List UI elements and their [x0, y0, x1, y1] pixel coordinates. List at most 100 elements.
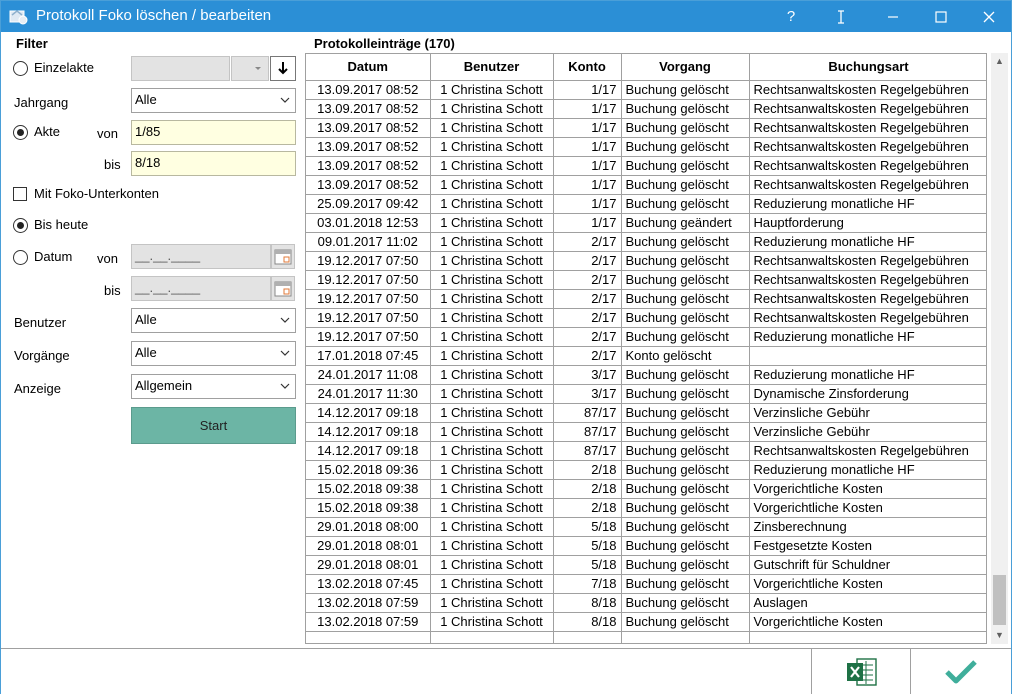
table-row[interactable]: 29.01.2018 08:01 1 Christina Schott 5/18 Bu… — [306, 555, 986, 575]
table-row[interactable]: 25.09.2017 09:42 1 Christina Schott 1/17 Bu… — [306, 194, 986, 214]
radio-datum[interactable] — [13, 250, 28, 265]
akte-von-input[interactable]: 1/85 — [131, 120, 296, 145]
table-row[interactable]: 13.02.2018 07:45 1 Christina Schott 7/18 Bu… — [306, 574, 986, 594]
radio-bis-heute[interactable] — [13, 218, 28, 233]
cell-benutzer: 1 Christina Schott — [430, 327, 554, 347]
cell-buchungsart: Reduzierung monatliche HF — [749, 194, 986, 214]
maximize-button[interactable] — [918, 1, 964, 32]
column-header-buchungsart[interactable]: Buchungsart — [749, 54, 986, 81]
datum-bis-calendar-button[interactable] — [271, 276, 295, 301]
minimize-button[interactable] — [870, 1, 916, 32]
einzelakte-select[interactable] — [231, 56, 269, 81]
cell-vorgang: Buchung gelöscht — [621, 498, 750, 518]
table-row[interactable]: 03.01.2018 12:53 1 Christina Schott 1/17 Bu… — [306, 213, 986, 233]
vertical-scrollbar[interactable]: ▲ ▼ — [991, 53, 1008, 644]
anzeige-select[interactable]: Allgemein — [131, 374, 296, 399]
scroll-thumb[interactable] — [993, 575, 1006, 625]
excel-export-button[interactable] — [812, 649, 910, 694]
einzelakte-input[interactable] — [131, 56, 230, 81]
table-row[interactable]: 14.12.2017 09:18 1 Christina Schott 87/17 B… — [306, 422, 986, 442]
table-row[interactable]: 13.09.2017 08:52 1 Christina Schott 1/17 Bu… — [306, 80, 986, 100]
log-table[interactable]: Datum Benutzer Konto Vorgang Buchungsart… — [305, 53, 987, 644]
table-row[interactable]: 14.12.2017 09:18 1 Christina Schott 87/17 B… — [306, 441, 986, 461]
cell-konto: 1/17 — [553, 80, 622, 100]
cell-datum: 03.01.2018 12:53 — [306, 213, 431, 233]
table-row[interactable]: 19.12.2017 07:50 1 Christina Schott 2/17 Bu… — [306, 327, 986, 347]
datum-bis-input[interactable]: __.__.____ — [131, 276, 271, 301]
table-row[interactable]: 15.02.2018 09:38 1 Christina Schott 2/18 Bu… — [306, 498, 986, 518]
column-header-datum[interactable]: Datum — [306, 54, 431, 81]
close-icon — [983, 11, 995, 23]
table-row[interactable]: 19.12.2017 07:50 1 Christina Schott 2/17 Bu… — [306, 251, 986, 271]
cell-konto: 2/18 — [553, 479, 622, 499]
table-row[interactable]: 14.12.2017 09:18 1 Christina Schott 87/17 B… — [306, 403, 986, 423]
jahrgang-select[interactable]: Alle — [131, 88, 296, 113]
cell-buchungsart: Rechtsanwaltskosten Regelgebühren — [749, 99, 986, 119]
cell-benutzer: 1 Christina Schott — [430, 156, 554, 176]
column-header-benutzer[interactable]: Benutzer — [430, 54, 554, 81]
vorgaenge-select[interactable]: Alle — [131, 341, 296, 366]
scroll-up-icon[interactable]: ▲ — [991, 53, 1008, 70]
table-row[interactable]: 19.12.2017 07:50 1 Christina Schott 2/17 Bu… — [306, 308, 986, 328]
cell-vorgang: Konto gelöscht — [621, 346, 750, 366]
cell-konto: 5/18 — [553, 517, 622, 537]
column-header-vorgang[interactable]: Vorgang — [621, 54, 750, 81]
column-header-konto[interactable]: Konto — [553, 54, 622, 81]
cell-benutzer: 1 Christina Schott — [430, 593, 554, 613]
table-row[interactable]: 29.01.2018 08:00 1 Christina Schott 5/18 Bu… — [306, 517, 986, 537]
table-row[interactable]: 15.02.2018 09:36 1 Christina Schott 2/18 Bu… — [306, 460, 986, 480]
table-row[interactable]: 19.12.2017 07:50 1 Christina Schott 2/17 Bu… — [306, 289, 986, 309]
einzelakte-lookup-button[interactable] — [270, 56, 296, 81]
table-row[interactable]: 13.02.2018 07:59 1 Christina Schott 8/18 Bu… — [306, 593, 986, 613]
table-row[interactable]: 24.01.2017 11:08 1 Christina Schott 3/17 Bu… — [306, 365, 986, 385]
text-cursor-button[interactable] — [818, 1, 864, 32]
checkmark-icon — [945, 660, 977, 684]
cell-konto: 2/17 — [553, 251, 622, 271]
cell-buchungsart: Rechtsanwaltskosten Regelgebühren — [749, 118, 986, 138]
ok-button[interactable] — [911, 649, 1009, 694]
cell-buchungsart: Verzinsliche Gebühr — [749, 403, 986, 423]
table-row[interactable]: 24.01.2017 11:30 1 Christina Schott 3/17 Bu… — [306, 384, 986, 404]
benutzer-select[interactable]: Alle — [131, 308, 296, 333]
cell-vorgang: Buchung gelöscht — [621, 137, 750, 157]
close-button[interactable] — [966, 1, 1012, 32]
help-button[interactable]: ? — [768, 1, 814, 32]
cell-konto: 2/17 — [553, 346, 622, 366]
cell-vorgang: Buchung gelöscht — [621, 517, 750, 537]
cell-datum: 24.01.2017 11:30 — [306, 384, 431, 404]
chevron-down-icon — [280, 97, 290, 103]
table-row[interactable]: 17.01.2018 07:45 1 Christina Schott 2/17 Ko… — [306, 346, 986, 366]
cell-konto: 2/17 — [553, 308, 622, 328]
cell-datum: 13.02.2018 07:59 — [306, 593, 431, 613]
cell-vorgang: Buchung gelöscht — [621, 593, 750, 613]
table-row[interactable]: 13.09.2017 08:52 1 Christina Schott 1/17 Bu… — [306, 118, 986, 138]
scroll-down-icon[interactable]: ▼ — [991, 627, 1008, 644]
start-button[interactable]: Start — [131, 407, 296, 444]
akte-bis-input[interactable]: 8/18 — [131, 151, 296, 176]
cell-buchungsart: Rechtsanwaltskosten Regelgebühren — [749, 80, 986, 100]
table-row[interactable]: 13.09.2017 08:52 1 Christina Schott 1/17 Bu… — [306, 156, 986, 176]
table-row[interactable]: 09.01.2017 11:02 1 Christina Schott 2/17 Bu… — [306, 232, 986, 252]
datum-von-calendar-button[interactable] — [271, 244, 295, 269]
chevron-down-icon — [280, 350, 290, 356]
radio-einzelakte[interactable] — [13, 61, 28, 76]
table-row[interactable]: 13.09.2017 08:52 1 Christina Schott 1/17 Bu… — [306, 137, 986, 157]
cell-vorgang: Buchung gelöscht — [621, 289, 750, 309]
table-row[interactable]: 19.12.2017 07:50 1 Christina Schott 2/17 Bu… — [306, 270, 986, 290]
cell-datum: 29.01.2018 08:01 — [306, 555, 431, 575]
unterkonten-checkbox[interactable] — [13, 187, 27, 201]
cell-buchungsart: Rechtsanwaltskosten Regelgebühren — [749, 137, 986, 157]
cell-benutzer: 1 Christina Schott — [430, 422, 554, 442]
table-row[interactable]: 15.02.2018 09:38 1 Christina Schott 2/18 Bu… — [306, 479, 986, 499]
cell-konto: 87/17 — [553, 422, 622, 442]
datum-von-input[interactable]: __.__.____ — [131, 244, 271, 269]
cell-buchungsart: Rechtsanwaltskosten Regelgebühren — [749, 308, 986, 328]
table-row[interactable]: 13.09.2017 08:52 1 Christina Schott 1/17 Bu… — [306, 99, 986, 119]
table-row[interactable]: 29.01.2018 08:01 1 Christina Schott 5/18 Bu… — [306, 536, 986, 556]
cell-vorgang: Buchung gelöscht — [621, 403, 750, 423]
cell-benutzer: 1 Christina Schott — [430, 251, 554, 271]
cell-konto: 2/17 — [553, 327, 622, 347]
table-row[interactable]: 13.02.2018 07:59 1 Christina Schott 8/18 Bu… — [306, 612, 986, 632]
radio-akte[interactable] — [13, 125, 28, 140]
table-row[interactable]: 13.09.2017 08:52 1 Christina Schott 1/17 Bu… — [306, 175, 986, 195]
